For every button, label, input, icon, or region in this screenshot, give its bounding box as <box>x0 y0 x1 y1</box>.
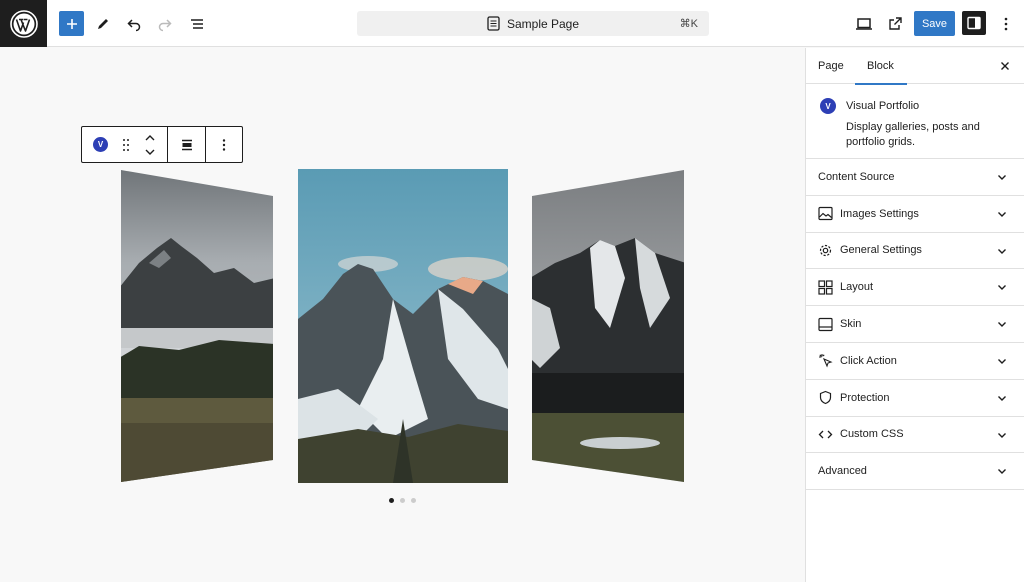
move-up-down-button[interactable] <box>144 127 156 162</box>
editor-header: Sample Page ⌘K Save <box>0 0 1024 47</box>
pencil-icon <box>98 19 108 29</box>
add-block-button[interactable] <box>59 11 84 36</box>
external-link-icon <box>889 17 902 30</box>
save-button[interactable]: Save <box>914 11 955 36</box>
panel-label: Content Source <box>818 170 895 183</box>
pagination-dot[interactable] <box>389 498 394 503</box>
command-shortcut: ⌘K <box>679 18 698 30</box>
tab-page[interactable]: Page <box>806 48 856 84</box>
sidebar-toggle-icon <box>967 16 981 30</box>
more-options-icon <box>222 138 226 151</box>
skin-icon <box>818 317 833 332</box>
block-card: V Visual Portfolio Display galleries, po… <box>806 84 1024 159</box>
panel-label: Custom CSS <box>840 428 904 441</box>
view-page-button[interactable] <box>883 12 907 36</box>
visual-portfolio-icon: V <box>820 98 836 114</box>
list-view-icon <box>191 19 203 29</box>
chevron-down-icon <box>997 393 1007 403</box>
drag-handle-button[interactable] <box>122 127 130 162</box>
shield-icon <box>818 390 833 405</box>
pagination-dot[interactable] <box>400 498 405 503</box>
options-button[interactable] <box>994 12 1018 36</box>
close-icon <box>1001 62 1009 70</box>
chevron-down-icon <box>997 319 1007 329</box>
code-icon <box>818 427 833 442</box>
panel-advanced[interactable]: Advanced <box>806 453 1024 491</box>
layout-grid-icon <box>818 280 833 295</box>
undo-button[interactable] <box>122 12 146 36</box>
panel-label: Skin <box>840 318 862 331</box>
block-options-button[interactable] <box>221 127 227 162</box>
block-toolbar: V <box>81 126 243 163</box>
panel-skin[interactable]: Skin <box>806 306 1024 343</box>
pagination-dot[interactable] <box>411 498 416 503</box>
more-vertical-icon <box>1004 17 1008 31</box>
gallery-slide-center[interactable] <box>298 169 508 483</box>
panel-click-action[interactable]: Click Action <box>806 343 1024 380</box>
wordpress-logo-icon[interactable] <box>0 0 47 47</box>
gallery-pagination <box>389 498 416 503</box>
desktop-preview-icon <box>856 18 872 30</box>
settings-sidebar-toggle[interactable] <box>962 11 986 35</box>
redo-icon <box>158 19 172 32</box>
align-button[interactable] <box>180 127 194 162</box>
chevron-down-icon <box>997 172 1007 182</box>
panel-custom-css[interactable]: Custom CSS <box>806 417 1024 454</box>
visual-portfolio-block-button[interactable]: V <box>93 127 108 162</box>
page-title: Sample Page <box>506 16 580 31</box>
panel-label: Protection <box>840 391 890 404</box>
gear-icon <box>818 243 833 258</box>
chevron-down-icon <box>997 430 1007 440</box>
redo-button[interactable] <box>153 12 177 36</box>
panel-label: General Settings <box>840 244 922 257</box>
cursor-click-icon <box>818 353 833 368</box>
gallery-slide-right[interactable] <box>530 168 686 484</box>
page-document-icon <box>487 16 500 31</box>
panel-layout[interactable]: Layout <box>806 269 1024 307</box>
panel-label: Advanced <box>818 465 867 478</box>
panel-general-settings[interactable]: General Settings <box>806 233 1024 270</box>
move-up-down-icon <box>145 134 155 155</box>
preview-button[interactable] <box>852 12 876 36</box>
tools-button[interactable] <box>91 12 115 36</box>
chevron-down-icon <box>997 282 1007 292</box>
panel-label: Layout <box>840 281 874 294</box>
settings-sidebar: Page Block V Visual Portfolio Display ga… <box>805 48 1024 582</box>
plus-icon <box>66 18 77 29</box>
gallery-slide-left[interactable] <box>119 168 275 484</box>
undo-icon <box>127 19 141 32</box>
align-icon <box>181 139 192 150</box>
visual-portfolio-icon: V <box>93 137 108 152</box>
panel-images-settings[interactable]: Images Settings <box>806 196 1024 233</box>
sidebar-tabs: Page Block <box>806 48 1024 85</box>
panel-label: Images Settings <box>840 207 919 220</box>
chevron-down-icon <box>997 356 1007 366</box>
drag-handle-icon <box>123 138 129 151</box>
close-sidebar-button[interactable] <box>998 59 1012 73</box>
tab-block[interactable]: Block <box>855 48 907 85</box>
command-palette-bar[interactable]: Sample Page ⌘K <box>357 11 709 36</box>
images-icon <box>818 206 833 221</box>
chevron-down-icon <box>997 209 1007 219</box>
chevron-down-icon <box>997 246 1007 256</box>
chevron-down-icon <box>997 466 1007 476</box>
list-view-button[interactable] <box>185 12 209 36</box>
panel-content-source[interactable]: Content Source <box>806 159 1024 196</box>
panel-label: Click Action <box>840 354 897 367</box>
block-name: Visual Portfolio <box>846 100 920 112</box>
block-description: Display galleries, posts and portfolio g… <box>846 121 980 148</box>
panel-protection[interactable]: Protection <box>806 380 1024 417</box>
